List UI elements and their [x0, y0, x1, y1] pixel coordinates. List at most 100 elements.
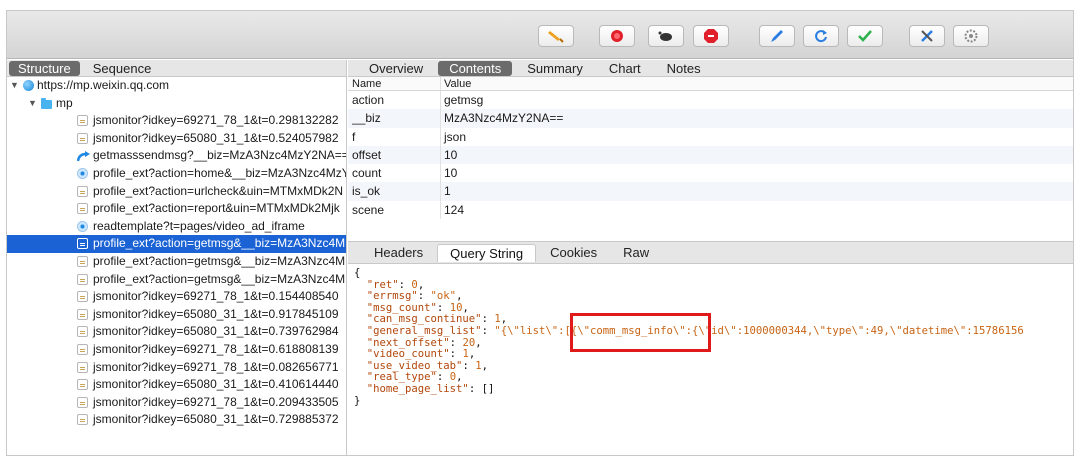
throttle-button[interactable] — [648, 25, 684, 47]
json-token: , — [456, 290, 463, 303]
tree-request-item[interactable]: jsmonitor?idkey=69271_78_1&t=0.618808139 — [7, 341, 346, 359]
tab-structure[interactable]: Structure — [9, 60, 80, 76]
request-label: profile_ext?action=home&__biz=MzA3Nzc4Mz… — [93, 165, 346, 180]
check-icon — [858, 30, 872, 42]
table-row[interactable]: action getmsg — [348, 91, 1073, 110]
validate-button[interactable] — [847, 25, 883, 47]
table-row[interactable]: offset 10 — [348, 145, 1073, 165]
json-line: { — [354, 267, 1073, 280]
settings-button[interactable] — [953, 25, 989, 47]
subtab-headers[interactable]: Headers — [362, 244, 435, 262]
tab-sequence[interactable]: Sequence — [84, 61, 161, 76]
column-header-value[interactable]: Value — [444, 77, 471, 91]
tree-request-item[interactable]: jsmonitor?idkey=65080_31_1&t=0.729885372 — [7, 411, 346, 429]
column-divider — [440, 164, 441, 183]
record-button[interactable] — [599, 25, 635, 47]
subtab-query-string[interactable]: Query String — [437, 243, 537, 262]
tree-request-item[interactable]: readtemplate?t=pages/video_ad_iframe — [7, 218, 346, 236]
json-token: { — [354, 267, 361, 279]
param-value: 124 — [444, 202, 465, 217]
tree-request-item[interactable]: profile_ext?action=report&uin=MTMxMDk2Mj… — [7, 200, 346, 218]
tools-button[interactable] — [909, 25, 945, 47]
request-label: jsmonitor?idkey=69271_78_1&t=0.154408540 — [93, 289, 339, 304]
tree-request-item[interactable]: jsmonitor?idkey=69271_78_1&t=0.298132282 — [7, 112, 346, 130]
tree-request-item[interactable]: jsmonitor?idkey=65080_31_1&t=0.524057982 — [7, 130, 346, 148]
tree-request-item[interactable]: profile_ext?action=getmsg&__biz=MzA3Nzc4… — [7, 253, 346, 271]
json-token: "real_type" — [354, 371, 437, 384]
tree-request-item[interactable]: jsmonitor?idkey=69271_78_1&t=0.209433505 — [7, 394, 346, 412]
highlight-box — [570, 313, 711, 352]
json-token: "video_count" — [354, 348, 450, 361]
subtab-cookies[interactable]: Cookies — [538, 244, 609, 262]
column-divider — [440, 200, 441, 220]
document-icon — [77, 238, 88, 250]
tree-request-item[interactable]: jsmonitor?idkey=69271_78_1&t=0.154408540 — [7, 288, 346, 306]
settings-icon — [964, 29, 978, 43]
left-tab-bar: Structure Sequence — [7, 60, 346, 77]
compose-button[interactable] — [759, 25, 795, 47]
table-row[interactable]: count 10 — [348, 164, 1073, 183]
json-token: "ret" — [354, 278, 399, 291]
request-label: jsmonitor?idkey=65080_31_1&t=0.524057982 — [93, 130, 339, 145]
tree-request-item[interactable]: getmasssendmsg?__biz=MzA3Nzc4MzY2NA== — [7, 147, 346, 165]
subtab-raw[interactable]: Raw — [611, 244, 661, 262]
json-token: : — [468, 382, 482, 395]
table-header: Name Value — [348, 77, 1073, 91]
table-row[interactable]: is_ok 1 — [348, 182, 1073, 201]
tree-request-item[interactable]: jsmonitor?idkey=65080_31_1&t=0.410614440 — [7, 376, 346, 394]
tree-request-item[interactable]: profile_ext?action=getmsg&__biz=MzA3Nzc4… — [7, 235, 346, 253]
tree-request-item[interactable]: jsmonitor?idkey=65080_31_1&t=0.917845109 — [7, 306, 346, 324]
tree-request-item[interactable]: profile_ext?action=home&__biz=MzA3Nzc4Mz… — [7, 165, 346, 183]
column-header-name[interactable]: Name — [352, 77, 440, 91]
request-label: jsmonitor?idkey=65080_31_1&t=0.739762984 — [93, 324, 339, 339]
column-divider — [440, 127, 441, 146]
table-row[interactable]: f json — [348, 127, 1073, 146]
document-icon — [77, 379, 88, 391]
tab-notes[interactable]: Notes — [656, 61, 712, 76]
detail-panel: Overview Contents Summary Chart Notes Na… — [348, 60, 1073, 455]
json-token: : — [462, 359, 476, 372]
tree-folder[interactable]: ▼ mp — [7, 95, 346, 113]
document-icon — [77, 203, 88, 215]
json-token: "use_video_tab" — [354, 359, 463, 372]
request-label: jsmonitor?idkey=69271_78_1&t=0.618808139 — [93, 341, 339, 356]
broom-button[interactable] — [538, 25, 574, 47]
disclosure-open-icon[interactable]: ▼ — [28, 95, 37, 113]
folder-label: mp — [56, 95, 73, 110]
json-token: "general_msg_list" — [354, 324, 482, 337]
document-icon — [77, 343, 88, 355]
pen-icon — [771, 30, 783, 42]
document-icon — [77, 361, 88, 373]
globe-icon — [23, 80, 34, 91]
request-label: profile_ext?action=report&uin=MTMxMDk2Mj… — [93, 201, 340, 216]
tree-request-item[interactable]: jsmonitor?idkey=69271_78_1&t=0.082656771 — [7, 359, 346, 377]
tree-request-item[interactable]: jsmonitor?idkey=65080_31_1&t=0.739762984 — [7, 323, 346, 341]
document-icon — [77, 414, 88, 426]
json-token: 20 — [462, 336, 476, 349]
redirect-icon — [76, 150, 90, 162]
repeat-button[interactable] — [803, 25, 839, 47]
disclosure-open-icon[interactable]: ▼ — [10, 77, 19, 95]
tab-overview[interactable]: Overview — [358, 61, 434, 76]
request-label: readtemplate?t=pages/video_ad_iframe — [93, 218, 305, 233]
json-token: , — [481, 359, 488, 372]
table-row[interactable]: scene 124 — [348, 200, 1073, 220]
request-label: jsmonitor?idkey=69271_78_1&t=0.209433505 — [93, 394, 339, 409]
tab-summary[interactable]: Summary — [516, 61, 594, 76]
json-token: "next_offset" — [354, 336, 450, 349]
json-line: "home_page_list": [] — [354, 382, 1073, 396]
tab-chart[interactable]: Chart — [598, 61, 652, 76]
tab-contents[interactable]: Contents — [438, 60, 513, 76]
param-name: action — [352, 93, 385, 107]
json-token: "can_msg_continue" — [354, 313, 482, 326]
json-token: , — [462, 301, 469, 314]
column-divider[interactable] — [440, 77, 441, 90]
tree-host[interactable]: ▼ https://mp.weixin.qq.com — [7, 77, 346, 95]
tree-request-item[interactable]: profile_ext?action=urlcheck&uin=MTMxMDk2… — [7, 183, 346, 201]
column-divider — [440, 182, 441, 201]
tree-request-item[interactable]: profile_ext?action=getmsg&__biz=MzA3Nzc4… — [7, 271, 346, 289]
breakpoint-button[interactable] — [693, 25, 729, 47]
table-row[interactable]: __biz MzA3Nzc4MzY2NA== — [348, 109, 1073, 128]
document-icon — [77, 115, 88, 127]
param-name: f — [352, 129, 356, 144]
